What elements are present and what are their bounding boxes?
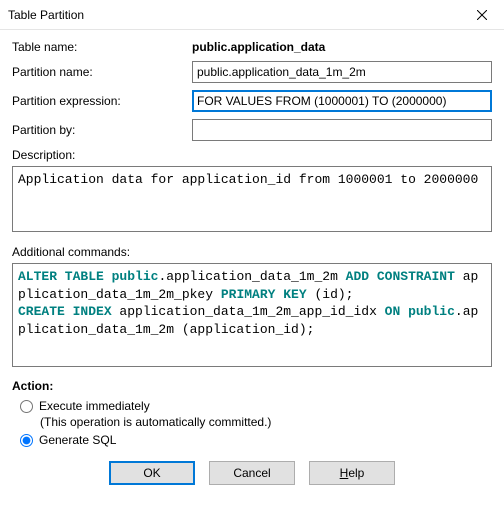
generate-sql-radio[interactable] [20, 434, 33, 447]
execute-immediately-label: Execute immediately [39, 399, 150, 413]
additional-commands-label: Additional commands: [12, 245, 492, 259]
description-label: Description: [12, 148, 492, 162]
ok-button[interactable]: OK [109, 461, 195, 485]
sql-text: (id); [307, 287, 354, 302]
generate-sql-label: Generate SQL [39, 433, 116, 447]
description-textarea[interactable]: Application data for application_id from… [12, 166, 492, 232]
sql-keyword: ADD CONSTRAINT [346, 269, 455, 284]
sql-text: .application_data_1m_2m [158, 269, 345, 284]
partition-expression-input[interactable] [192, 90, 492, 112]
execute-immediately-option[interactable]: Execute immediately [20, 399, 492, 413]
sql-keyword: PRIMARY KEY [221, 287, 307, 302]
action-header: Action: [12, 379, 492, 393]
generate-sql-option[interactable]: Generate SQL [20, 433, 492, 447]
close-button[interactable] [459, 0, 504, 30]
execute-immediately-note: (This operation is automatically committ… [40, 415, 492, 429]
partition-expression-label: Partition expression: [12, 94, 192, 108]
partition-name-input[interactable] [192, 61, 492, 83]
titlebar: Table Partition [0, 0, 504, 30]
partition-name-label: Partition name: [12, 65, 192, 79]
partition-by-input[interactable] [192, 119, 492, 141]
help-rest: elp [348, 466, 364, 480]
sql-keyword: ALTER TABLE public [18, 269, 158, 284]
partition-by-label: Partition by: [12, 123, 192, 137]
sql-text: application_data_1m_2m_app_id_idx [112, 304, 385, 319]
sql-keyword: ON public [385, 304, 455, 319]
help-button[interactable]: Help [309, 461, 395, 485]
execute-immediately-radio[interactable] [20, 400, 33, 413]
additional-commands-textarea[interactable]: ALTER TABLE public.application_data_1m_2… [12, 263, 492, 367]
close-icon [477, 10, 487, 20]
button-bar: OK Cancel Help [12, 461, 492, 485]
dialog-content: Table name: public.application_data Part… [0, 30, 504, 493]
table-name-value: public.application_data [192, 40, 492, 54]
window-title: Table Partition [8, 8, 84, 22]
sql-keyword: CREATE INDEX [18, 304, 112, 319]
table-name-label: Table name: [12, 40, 192, 54]
cancel-button[interactable]: Cancel [209, 461, 295, 485]
